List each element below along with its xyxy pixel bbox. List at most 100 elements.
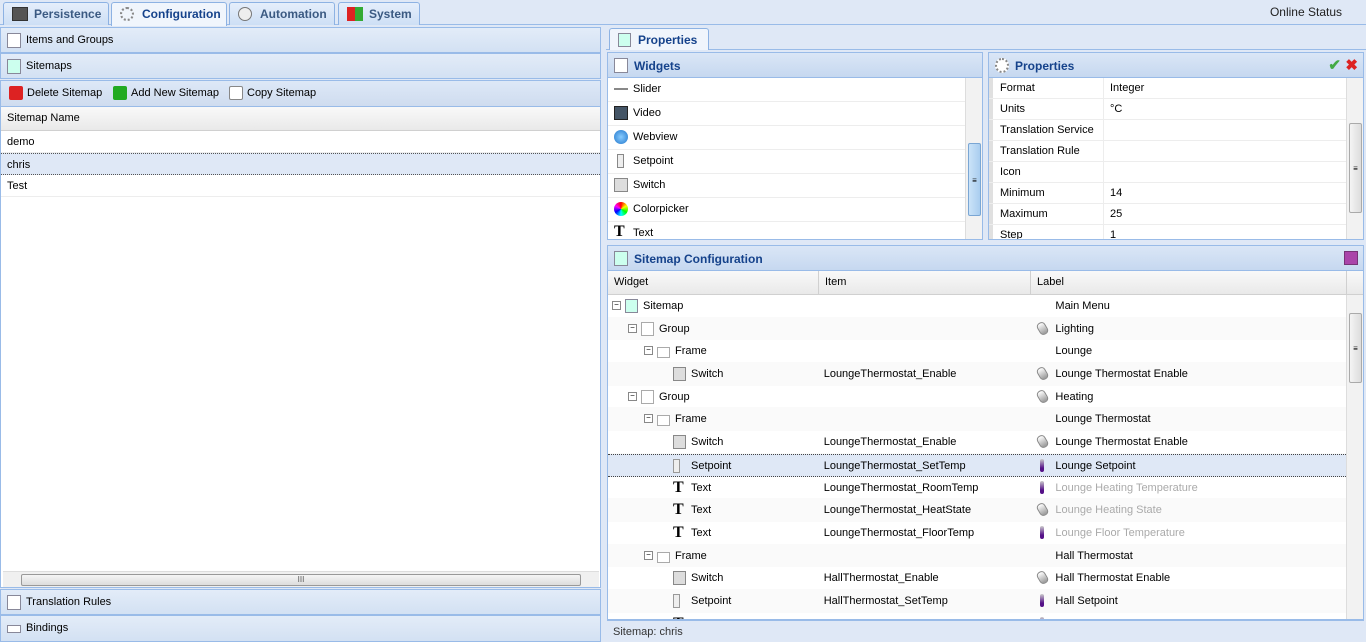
scrollbar-thumb[interactable]: ≡: [1349, 313, 1362, 383]
widget-type: Text: [691, 526, 712, 539]
column-header-label[interactable]: Label: [1031, 271, 1347, 294]
widget-label: Heating: [1055, 390, 1094, 403]
widgets-title: Widgets: [608, 53, 982, 78]
scrollbar-thumb[interactable]: III: [21, 574, 581, 586]
accordion-translation-rules[interactable]: Translation Rules: [0, 589, 601, 615]
tree-row[interactable]: TTextHallThermostat_RoomTempHall Heating…: [608, 613, 1346, 619]
property-row[interactable]: Icon: [989, 162, 1346, 183]
delete-sitemap-button[interactable]: Delete Sitemap: [9, 86, 102, 100]
property-row[interactable]: Minimum 14: [989, 183, 1346, 204]
property-row[interactable]: Translation Rule: [989, 141, 1346, 162]
item-name: LoungeThermostat_HeatState: [823, 504, 972, 517]
add-sitemap-button[interactable]: Add New Sitemap: [113, 86, 219, 100]
text-icon: T: [673, 478, 684, 496]
tree-scrollbar[interactable]: ≡: [1346, 295, 1363, 619]
property-row[interactable]: Step 1: [989, 225, 1346, 239]
sitemap-row[interactable]: demo: [1, 131, 600, 153]
collapse-toggle-icon[interactable]: −: [628, 323, 637, 333]
group-icon: [641, 321, 654, 336]
widget-item-setpoint[interactable]: Setpoint: [608, 150, 982, 174]
group-icon: [641, 389, 654, 404]
property-value[interactable]: °C: [1104, 99, 1128, 119]
property-name: Maximum: [989, 204, 1104, 224]
tab-properties[interactable]: Properties: [609, 28, 709, 50]
tree-row[interactable]: − Group Heating: [608, 386, 1346, 409]
widget-type: Group: [659, 322, 690, 335]
widget-item-switch[interactable]: Switch: [608, 174, 982, 198]
tree-row[interactable]: Setpoint LoungeThermostat_SetTemp Lounge S…: [608, 453, 1346, 477]
tab-persistence[interactable]: Persistence: [3, 2, 109, 25]
widget-type: Sitemap: [643, 300, 684, 312]
tab-system[interactable]: System: [338, 2, 420, 25]
horizontal-scrollbar[interactable]: III: [3, 571, 599, 587]
widget-item-webview[interactable]: Webview: [608, 126, 982, 150]
copy-sitemap-button[interactable]: Copy Sitemap: [229, 86, 316, 100]
sitemap-row[interactable]: Test: [1, 175, 600, 197]
sitemap-icon: [614, 251, 628, 266]
property-value[interactable]: Integer: [1104, 78, 1150, 98]
property-name: Translation Rule: [989, 141, 1104, 161]
switch-icon: [673, 571, 686, 586]
property-value[interactable]: [1104, 120, 1116, 140]
tree-row[interactable]: Setpoint HallThermostat_SetTemp Hall Setpo…: [608, 589, 1346, 613]
tree-row[interactable]: T Text LoungeThermostat_RoomTemp Lounge Hea…: [608, 477, 1346, 500]
widget-type: Frame: [675, 549, 707, 562]
accordion-sitemaps[interactable]: Sitemaps: [0, 53, 601, 79]
column-header-widget[interactable]: Widget: [608, 271, 819, 294]
collapse-toggle-icon[interactable]: −: [644, 346, 653, 356]
property-name: Units: [989, 99, 1104, 119]
widgets-scrollbar[interactable]: ≡: [965, 78, 982, 239]
online-status: Online Status: [1269, 5, 1342, 19]
scrollbar-thumb[interactable]: ≡: [968, 143, 981, 216]
compass-icon: [238, 7, 252, 21]
widget-item-text[interactable]: T Text: [608, 222, 982, 240]
collapse-toggle-icon[interactable]: −: [612, 301, 621, 310]
collapse-toggle-icon[interactable]: −: [644, 550, 653, 560]
accordion-items-and-groups[interactable]: Items and Groups: [0, 27, 601, 53]
tree-row[interactable]: Switch HallThermostat_Enable Hall Thermost…: [608, 567, 1346, 590]
save-icon[interactable]: [1344, 251, 1358, 265]
property-value[interactable]: [1104, 162, 1116, 182]
property-name: Icon: [989, 162, 1104, 182]
apply-check-icon[interactable]: ✔: [1328, 56, 1341, 74]
tree-row[interactable]: − Sitemap Main Menu: [608, 295, 1346, 318]
tree-row[interactable]: − Frame Lounge Thermostat: [608, 408, 1346, 432]
tree-row[interactable]: Switch LoungeThermostat_Enable Lounge Ther…: [608, 363, 1346, 386]
item-name: [819, 408, 1031, 430]
switch-icon: [614, 178, 628, 192]
property-value[interactable]: [1104, 141, 1116, 161]
translation-icon: [7, 595, 21, 610]
sitemap-row[interactable]: chris: [1, 153, 600, 175]
property-value[interactable]: 25: [1104, 204, 1128, 224]
tab-configuration[interactable]: Configuration: [111, 2, 227, 26]
cancel-x-icon[interactable]: ✖: [1345, 56, 1358, 74]
switch-icon: [673, 435, 686, 450]
tree-row[interactable]: − Group Lighting: [608, 317, 1346, 341]
accordion-bindings[interactable]: Bindings: [0, 615, 601, 642]
property-row[interactable]: Format Integer: [989, 78, 1346, 99]
property-value[interactable]: 1: [1104, 225, 1122, 239]
widget-type: Group: [659, 390, 690, 403]
tab-automation[interactable]: Automation: [229, 2, 335, 25]
property-row[interactable]: Maximum 25: [989, 204, 1346, 225]
property-value[interactable]: 14: [1104, 183, 1128, 203]
tree-row[interactable]: T Text LoungeThermostat_HeatState Lounge He…: [608, 499, 1346, 522]
widget-type: Switch: [691, 572, 724, 585]
collapse-toggle-icon[interactable]: −: [644, 414, 653, 424]
widget-item-slider[interactable]: Slider: [608, 78, 982, 102]
scrollbar-thumb[interactable]: ≡: [1349, 123, 1362, 213]
switch-label-icon: [1035, 569, 1051, 586]
collapse-toggle-icon[interactable]: −: [628, 391, 637, 401]
tree-row[interactable]: − Frame Lounge: [608, 340, 1346, 364]
property-row[interactable]: Units °C: [989, 99, 1346, 120]
widget-item-colorpicker[interactable]: Colorpicker: [608, 198, 982, 222]
column-header-sitemap-name[interactable]: Sitemap Name: [1, 107, 600, 131]
switch-label-icon: [1035, 433, 1051, 450]
widget-item-video[interactable]: Video: [608, 102, 982, 126]
tree-row[interactable]: Switch LoungeThermostat_Enable Lounge Ther…: [608, 431, 1346, 454]
tree-row[interactable]: − Frame Hall Thermostat: [608, 544, 1346, 568]
column-header-item[interactable]: Item: [819, 271, 1031, 294]
property-row[interactable]: Translation Service: [989, 120, 1346, 141]
properties-scrollbar[interactable]: ≡: [1346, 78, 1363, 239]
tree-row[interactable]: T Text LoungeThermostat_FloorTemp Lounge Fl…: [608, 522, 1346, 545]
